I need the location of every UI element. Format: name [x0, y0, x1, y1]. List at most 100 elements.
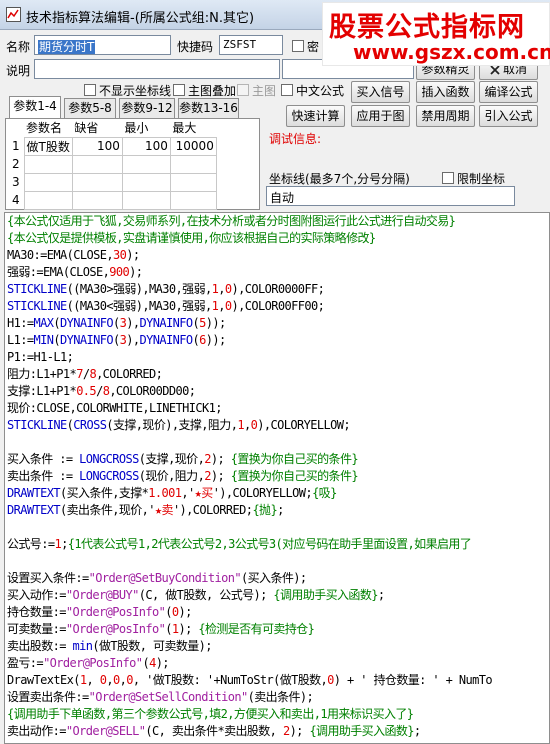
code-token: 卖出股数:=	[7, 639, 73, 653]
shortcut-field[interactable]: ZSFST	[219, 35, 283, 55]
code-line: DrawTextEx(1, 0,0,0, '做T股数: '+NumToStr(做…	[5, 672, 549, 689]
code-line: 设置买入条件:="Order@SetBuyCondition"(买入条件);	[5, 570, 549, 587]
code-token: "Order@BUY"	[65, 588, 139, 602]
insert-function-button[interactable]: 插入函数	[416, 81, 475, 103]
param-min-cell[interactable]	[121, 190, 171, 210]
param-min-cell[interactable]	[121, 154, 171, 174]
formula-code-editor[interactable]: {本公式仅适用于飞狐,交易师系列,在技术分析或者分时图附图运行此公式进行自动交易…	[4, 212, 550, 744]
param-name-cell[interactable]: 做T股数	[23, 136, 73, 156]
code-token: "Order@SetBuyCondition"	[88, 571, 242, 585]
code-token: CROSS	[73, 418, 107, 432]
code-token: 设置卖出条件:=	[7, 690, 89, 704]
param-min-cell[interactable]	[121, 172, 171, 192]
code-line: STICKLINE(CROSS(支撑,现价),支撑,阻力,1,0),COLORY…	[5, 417, 549, 434]
code-line: 买入条件 := LONGCROSS(支撑,现价,2); {置换为你自己买的条件}	[5, 451, 549, 468]
cn-formula-checkbox[interactable]	[281, 84, 293, 96]
code-token: MAX	[33, 316, 54, 330]
desc-field[interactable]	[34, 59, 280, 79]
tab-params-9-12[interactable]: 参数9-12	[119, 98, 175, 118]
name-label: 名称	[6, 40, 31, 54]
code-token: );	[126, 248, 140, 262]
code-token: 7	[76, 367, 83, 381]
import-formula-button[interactable]: 引入公式	[479, 105, 538, 127]
code-token: {置换为你自己买的条件}	[230, 469, 359, 483]
buy-signal-button[interactable]: 买入信号	[351, 81, 410, 103]
code-token: );	[155, 656, 170, 670]
code-line: 卖出条件 := LONGCROSS(现价,阻力,2); {置换为你自己买的条件}	[5, 468, 549, 485]
code-token: ★买	[194, 486, 214, 500]
code-token: 0.5	[76, 384, 97, 398]
code-token: ));	[205, 333, 226, 347]
param-name-cell[interactable]	[23, 190, 73, 210]
param-max-cell[interactable]: 10000	[169, 136, 217, 156]
code-token: ),COLOR0000FF;	[231, 282, 325, 296]
code-token: ,	[86, 673, 100, 687]
param-min-cell[interactable]: 100	[121, 136, 171, 156]
code-token: '),COLORRED;	[172, 503, 253, 517]
code-token: DYNAINFO	[139, 316, 194, 330]
code-token: , '做T股数: '+NumToStr(做T股数,	[132, 673, 328, 687]
code-token: (支撑,现价),支撑,阻力,	[106, 418, 238, 432]
password-checkbox[interactable]	[292, 40, 304, 52]
param-default-cell[interactable]	[71, 172, 123, 192]
param-default-cell[interactable]: 100	[71, 136, 123, 156]
param-default-cell[interactable]	[71, 190, 123, 210]
code-token: {调用助手买入函数}	[309, 724, 414, 738]
code-token: L1:=	[7, 333, 34, 347]
code-token: 支撑:L1+P1*	[7, 384, 77, 398]
code-token: (	[53, 316, 60, 330]
code-token: );	[210, 469, 231, 483]
code-line: 支撑:L1+P1*0.5/8,COLOR00DD00;	[5, 383, 549, 400]
desc-label: 说明	[6, 64, 31, 78]
code-line: 卖出股数:= min(做T股数, 可卖数量);	[5, 638, 549, 655]
code-token: "Order@PosInfo"	[65, 622, 166, 636]
code-line: {调用助手下单函数,第三个参数公式号,填2,方便买入和卖出,1用来标识买入了}	[5, 706, 549, 723]
param-header-name: 参数名	[26, 121, 63, 136]
param-name-cell[interactable]	[23, 154, 73, 174]
code-token: {本公式仅适用于飞狐,交易师系列,在技术分析或者分时图附图运行此公式进行自动交易…	[7, 214, 456, 228]
no-coord-checkbox[interactable]	[84, 84, 96, 96]
axis-field[interactable]: 自动	[266, 186, 515, 206]
code-token: STICKLINE	[7, 282, 67, 296]
code-token: 0	[113, 673, 120, 687]
param-max-cell[interactable]	[169, 172, 217, 192]
tab-params-5-8[interactable]: 参数5-8	[64, 98, 116, 118]
code-line: {本公式仅适用于飞狐,交易师系列,在技术分析或者分时图附图运行此公式进行自动交易…	[5, 213, 549, 230]
code-line: 强弱:=EMA(CLOSE,900);	[5, 264, 549, 281]
param-max-cell[interactable]	[169, 190, 217, 210]
quick-calc-button[interactable]: 快速计算	[286, 105, 345, 127]
compile-button[interactable]: 编译公式	[479, 81, 538, 103]
name-field[interactable]: 期货分时T	[34, 35, 171, 55]
param-header-max: 最大	[172, 121, 197, 136]
param-table-panel: 参数名 缺省 最小 最大 1 做T股数 100 100 10000 2 3 4	[5, 118, 260, 210]
code-token: (	[53, 333, 60, 347]
code-token: (支撑,现价,	[138, 452, 205, 466]
limit-axis-checkbox[interactable]	[442, 172, 454, 184]
code-token: "Order@PosInfo"	[43, 656, 143, 670]
code-token: {抛}	[252, 503, 278, 517]
code-token: (做T股数, 可卖数量);	[92, 639, 212, 653]
code-token: (	[113, 316, 120, 330]
code-line: DRAWTEXT(卖出条件,现价,'★卖'),COLORRED;{抛};	[5, 502, 549, 519]
code-token: ;	[413, 724, 421, 738]
tab-params-13-16[interactable]: 参数13-16	[178, 98, 239, 118]
axis-label: 坐标线(最多7个,分号分隔)	[269, 172, 410, 186]
disable-period-button[interactable]: 禁用周期	[416, 105, 475, 127]
apply-chart-button[interactable]: 应用于图	[351, 105, 410, 127]
code-line: {本公式仅是提供模板,实盘请谨慎使用,你应该根据自己的实际策略修改}	[5, 230, 549, 247]
code-token: ),	[126, 316, 140, 330]
param-name-cell[interactable]	[23, 172, 73, 192]
code-token: 2	[282, 724, 290, 738]
code-token: 0	[126, 673, 133, 687]
tab-params-1-4[interactable]: 参数1-4	[9, 96, 61, 119]
param-default-cell[interactable]	[71, 154, 123, 174]
main-chart-checkbox[interactable]	[237, 84, 249, 96]
param-max-cell[interactable]	[169, 154, 217, 174]
code-token: MA30:=EMA(CLOSE,	[7, 248, 114, 262]
main-overlay-checkbox[interactable]	[173, 84, 185, 96]
code-token: (	[165, 622, 172, 636]
param-header-min: 最小	[124, 121, 149, 136]
